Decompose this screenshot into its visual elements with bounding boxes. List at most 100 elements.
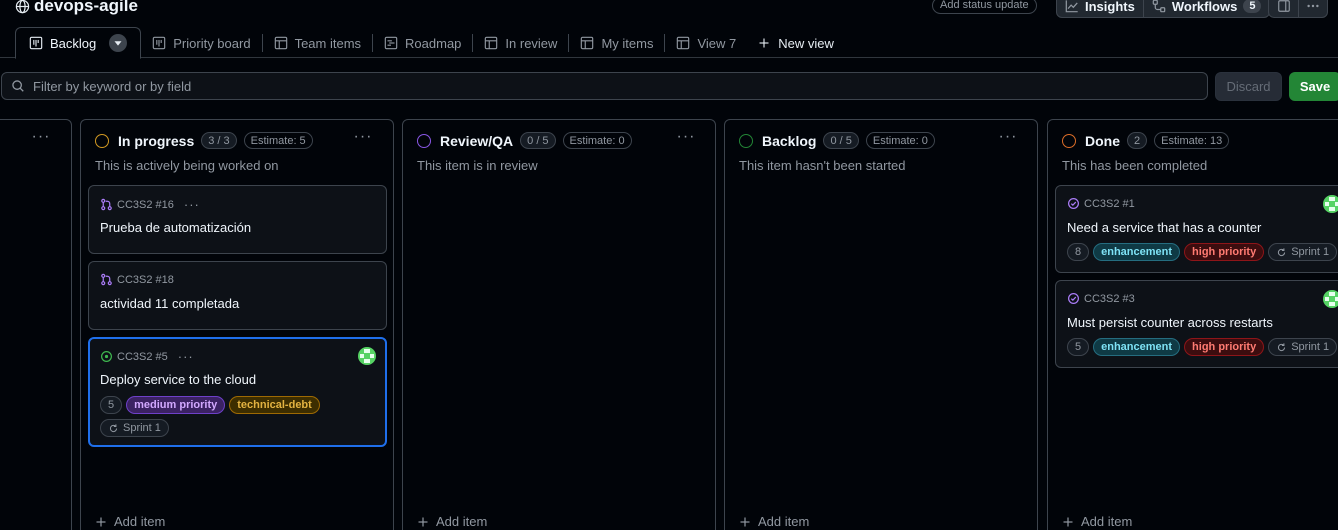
new-view-button[interactable]: New view <box>747 27 845 59</box>
tab-in-review[interactable]: In review <box>473 27 568 59</box>
sprint-label: Sprint 1 <box>123 422 161 434</box>
git-pull-request-icon <box>101 198 112 211</box>
assignee-avatar[interactable] <box>358 347 376 365</box>
iteration-icon <box>1278 342 1286 351</box>
column-count: 0 / 5 <box>520 132 556 149</box>
workflow-icon <box>1152 0 1166 13</box>
assignee-avatar[interactable] <box>1323 290 1338 308</box>
workflows-button[interactable]: Workflows 5 <box>1142 0 1270 17</box>
board-column-done: Done 2 Estimate: 13 This has been comple… <box>1047 119 1338 530</box>
sidebar-toggle-button[interactable] <box>1269 0 1298 17</box>
tab-label: In review <box>505 35 558 51</box>
filter-input[interactable]: Filter by keyword or by field <box>1 72 1208 100</box>
insights-button[interactable]: Insights <box>1057 0 1143 17</box>
label-high-priority[interactable]: high priority <box>1184 243 1265 261</box>
sprint-label: Sprint 1 <box>1291 246 1330 258</box>
avatar-identicon <box>1323 195 1338 213</box>
card-title[interactable]: Prueba de automatización <box>100 220 251 235</box>
status-circle-icon <box>739 133 753 148</box>
new-view-label: New view <box>778 35 834 51</box>
tab-roadmap[interactable]: Roadmap <box>373 27 472 59</box>
card-title[interactable]: Deploy service to the cloud <box>100 372 256 387</box>
tab-priority-board[interactable]: Priority board <box>141 27 261 59</box>
card-meta: CC3S2 #18 <box>100 273 174 286</box>
add-item-button[interactable]: Add item <box>95 514 165 529</box>
more-options-button[interactable] <box>1298 0 1327 17</box>
card-ref: CC3S2 #18 <box>117 273 174 286</box>
board-column-review-qa: Review/QA 0 / 5 Estimate: 0 ··· This ite… <box>402 119 716 530</box>
sprint-label: Sprint 1 <box>1291 341 1330 353</box>
column-menu-button[interactable]: ··· <box>998 128 1018 146</box>
board-card[interactable]: CC3S2 #18 actividad 11 completada <box>88 261 387 330</box>
tab-my-items[interactable]: My items <box>569 27 664 59</box>
column-header: Done 2 Estimate: 13 <box>1062 132 1230 149</box>
board-column-partial: ··· <box>0 119 72 530</box>
card-title[interactable]: actividad 11 completada <box>100 296 239 311</box>
board-card[interactable]: CC3S2 #1 Need a service that has a count… <box>1055 185 1338 273</box>
save-button[interactable]: Save <box>1289 72 1338 101</box>
card-title[interactable]: Must persist counter across restarts <box>1067 315 1273 330</box>
column-menu-button[interactable]: ··· <box>353 128 373 146</box>
column-title: In progress <box>118 132 195 149</box>
roadmap-icon <box>384 36 398 50</box>
avatar-identicon <box>1323 290 1338 308</box>
assignee-avatar[interactable] <box>1323 195 1338 213</box>
kebab-horizontal-icon <box>1307 4 1319 8</box>
card-ref: CC3S2 #16 <box>117 198 174 211</box>
tab-team-items[interactable]: Team items <box>263 27 372 59</box>
label-enhancement[interactable]: enhancement <box>1093 243 1181 261</box>
graph-icon <box>1065 0 1078 13</box>
issue-opened-icon <box>101 351 112 362</box>
avatar-identicon <box>358 347 376 365</box>
card-title[interactable]: Need a service that has a counter <box>1067 220 1261 235</box>
card-ref: CC3S2 #5 <box>117 350 168 363</box>
label-technical-debt[interactable]: technical-debt <box>229 396 320 414</box>
plus-icon <box>1063 517 1073 526</box>
column-header: Review/QA 0 / 5 Estimate: 0 <box>417 132 632 149</box>
table-icon <box>274 36 287 50</box>
discard-button[interactable]: Discard <box>1215 72 1282 101</box>
column-estimate: Estimate: 0 <box>865 132 935 149</box>
card-meta: CC3S2 #5 ··· <box>100 349 194 364</box>
add-item-label: Add item <box>758 514 810 529</box>
label-high-priority[interactable]: high priority <box>1184 338 1265 356</box>
iteration-icon <box>109 423 118 432</box>
column-menu-button[interactable]: ··· <box>676 128 696 146</box>
column-menu-button[interactable]: ··· <box>31 128 51 146</box>
board-card[interactable]: CC3S2 #16 ··· Prueba de automatización <box>88 185 387 254</box>
label-medium-priority[interactable]: medium priority <box>126 396 226 414</box>
card-sprint-row: Sprint 1 <box>100 419 169 437</box>
card-menu-button[interactable]: ··· <box>184 197 200 212</box>
plus-icon <box>418 517 428 526</box>
card-labels: 8 enhancement high priority Sprint 1 <box>1067 243 1338 261</box>
project-title-text: devops-agile <box>34 0 138 15</box>
column-description: This is actively being worked on <box>95 158 279 173</box>
board-card[interactable]: CC3S2 #3 Must persist counter across res… <box>1055 280 1338 368</box>
sprint-badge[interactable]: Sprint 1 <box>100 419 169 437</box>
board-icon <box>152 36 166 50</box>
column-description: This item hasn't been started <box>739 158 906 173</box>
tab-backlog[interactable]: Backlog <box>15 27 142 59</box>
sprint-badge[interactable]: Sprint 1 <box>1268 243 1338 261</box>
tab-view-7[interactable]: View 7 <box>665 27 747 59</box>
layout-actions <box>1268 0 1328 18</box>
column-header: In progress 3 / 3 Estimate: 5 <box>95 132 313 149</box>
project-header: devops-agile Add status update Insights … <box>0 0 1338 59</box>
view-options-button[interactable] <box>109 34 128 52</box>
column-count: 3 / 3 <box>201 132 237 149</box>
board-column-backlog: Backlog 0 / 5 Estimate: 0 ··· This item … <box>724 119 1038 530</box>
add-status-update-button[interactable]: Add status update <box>932 0 1037 14</box>
board-card-selected[interactable]: CC3S2 #5 ··· Deploy service to the cloud… <box>88 337 387 447</box>
add-item-button[interactable]: Add item <box>739 514 809 529</box>
add-item-button[interactable]: Add item <box>1062 514 1132 529</box>
card-menu-button[interactable]: ··· <box>178 349 194 364</box>
sprint-badge[interactable]: Sprint 1 <box>1268 338 1338 356</box>
card-ref: CC3S2 #1 <box>1084 197 1135 210</box>
label-enhancement[interactable]: enhancement <box>1093 338 1181 356</box>
add-item-button[interactable]: Add item <box>417 514 487 529</box>
insights-label: Insights <box>1085 0 1135 14</box>
card-meta: CC3S2 #3 <box>1067 292 1135 305</box>
add-item-label: Add item <box>114 514 166 529</box>
card-estimate: 5 <box>1067 338 1090 356</box>
sidebar-icon <box>1277 0 1290 12</box>
